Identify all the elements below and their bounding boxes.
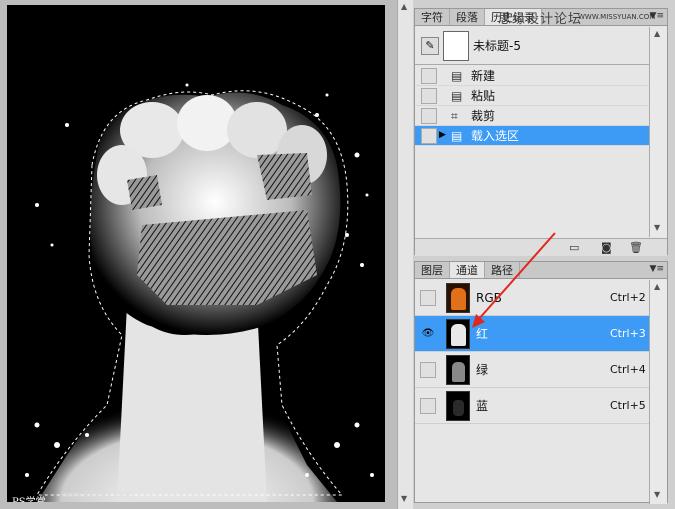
channel-name: 绿 (476, 363, 489, 377)
tab-character[interactable]: 字符 (415, 9, 450, 25)
channels-panel: 图层 通道 路径 ▼≡ RGB Ctrl+2 👁 红 Ctrl+3 绿 Ctrl… (414, 261, 668, 504)
top-title-watermark: 思缘设计论坛 (498, 12, 583, 27)
channel-row-green[interactable]: 绿 Ctrl+4 (415, 352, 649, 388)
history-brush-checkbox[interactable] (421, 127, 437, 144)
tab-paragraph[interactable]: 段落 (450, 9, 485, 25)
document-image[interactable]: PS学堂 (7, 5, 385, 502)
tab-paths[interactable]: 路径 (485, 262, 520, 278)
history-item-new[interactable]: ▤ 新建 (415, 66, 649, 86)
history-scrollbar[interactable]: ▲ ▼ (649, 27, 667, 237)
current-state-icon: ▶ (439, 130, 446, 140)
crop-icon: ⌗ (451, 108, 458, 123)
panel-menu-icon[interactable]: ▼≡ (650, 264, 664, 274)
channel-shortcut: Ctrl+5 (610, 399, 646, 412)
new-document-from-state-icon[interactable]: ▭ (569, 241, 579, 254)
canvas-area[interactable]: PS学堂 www.52psxt.com (0, 0, 397, 509)
history-item-label: 粘贴 (471, 89, 496, 103)
scroll-up-icon[interactable]: ▲ (401, 2, 407, 11)
history-footer: ▭ ◙ 🗑 (415, 238, 667, 256)
history-brush-checkbox[interactable] (421, 107, 437, 124)
channel-row-blue[interactable]: 蓝 Ctrl+5 (415, 388, 649, 424)
top-url-watermark: WWW.MISSYUAN.COM (578, 13, 656, 21)
history-item-crop[interactable]: ⌗ 裁剪 (415, 106, 649, 126)
history-brush-checkbox[interactable] (421, 87, 437, 104)
scroll-down-icon[interactable]: ▼ (654, 490, 660, 499)
document-icon: ▤ (451, 68, 463, 83)
trash-icon[interactable]: 🗑 (629, 241, 643, 254)
channel-thumbnail (446, 354, 470, 385)
history-list: ▤ 新建 ▤ 粘贴 ⌗ 裁剪 ▶ ▤ 载入选区 (415, 66, 649, 146)
channels-list: RGB Ctrl+2 👁 红 Ctrl+3 绿 Ctrl+4 蓝 Ctrl+5 (415, 280, 649, 424)
document-icon: ▤ (451, 88, 463, 103)
photoshop-workspace: PS学堂 www.52psxt.com ▲ ▼ 字符 段落 历史记录 ▼≡ ✎ … (0, 0, 675, 509)
eye-icon[interactable]: 👁 (420, 325, 436, 342)
history-brush-checkbox[interactable] (421, 67, 437, 84)
tab-layers[interactable]: 图层 (415, 262, 450, 278)
history-brush-source-icon[interactable]: ✎ (421, 36, 439, 55)
channel-thumbnail (446, 318, 470, 349)
channel-shortcut: Ctrl+4 (610, 363, 646, 376)
history-item-label: 载入选区 (471, 129, 520, 143)
history-item-label: 裁剪 (471, 109, 496, 123)
snapshot-thumbnail (443, 30, 469, 61)
history-panel: 字符 段落 历史记录 ▼≡ ✎ 未标题-5 ▤ 新建 ▤ 粘贴 ⌗ 裁剪 ▶ ▤… (414, 8, 668, 256)
channel-name: RGB (476, 290, 502, 305)
channel-shortcut: Ctrl+2 (610, 291, 646, 304)
channels-panel-tabs: 图层 通道 路径 ▼≡ (415, 262, 667, 279)
visibility-toggle[interactable] (420, 289, 436, 306)
bottom-site-watermark: PS学堂 (12, 493, 46, 502)
history-snapshot-row[interactable]: ✎ 未标题-5 (415, 27, 649, 65)
scroll-down-icon[interactable]: ▼ (654, 223, 660, 232)
channel-row-rgb[interactable]: RGB Ctrl+2 (415, 280, 649, 316)
scroll-down-icon[interactable]: ▼ (401, 494, 407, 503)
visibility-toggle[interactable] (420, 361, 436, 378)
snapshot-label: 未标题-5 (473, 39, 521, 53)
channel-thumbnail (446, 282, 470, 313)
channel-name: 蓝 (476, 399, 489, 413)
channel-row-red[interactable]: 👁 红 Ctrl+3 (415, 316, 649, 352)
document-icon: ▤ (451, 128, 463, 143)
history-item-label: 新建 (471, 69, 496, 83)
tab-channels[interactable]: 通道 (450, 262, 485, 278)
bottom-url-watermark: www.52psxt.com (62, 490, 131, 499)
history-item-load-selection[interactable]: ▶ ▤ 载入选区 (415, 126, 649, 146)
history-item-paste[interactable]: ▤ 粘贴 (415, 86, 649, 106)
channels-scrollbar[interactable]: ▲ ▼ (649, 280, 667, 504)
new-snapshot-icon[interactable]: ◙ (601, 241, 612, 254)
scroll-up-icon[interactable]: ▲ (654, 282, 660, 291)
channel-thumbnail (446, 390, 470, 421)
channel-shortcut: Ctrl+3 (610, 327, 646, 340)
visibility-toggle[interactable] (420, 397, 436, 414)
fist-artwork (7, 5, 385, 502)
channel-name: 红 (476, 327, 489, 341)
scroll-up-icon[interactable]: ▲ (654, 29, 660, 38)
canvas-scrollbar[interactable]: ▲ ▼ (397, 0, 413, 509)
